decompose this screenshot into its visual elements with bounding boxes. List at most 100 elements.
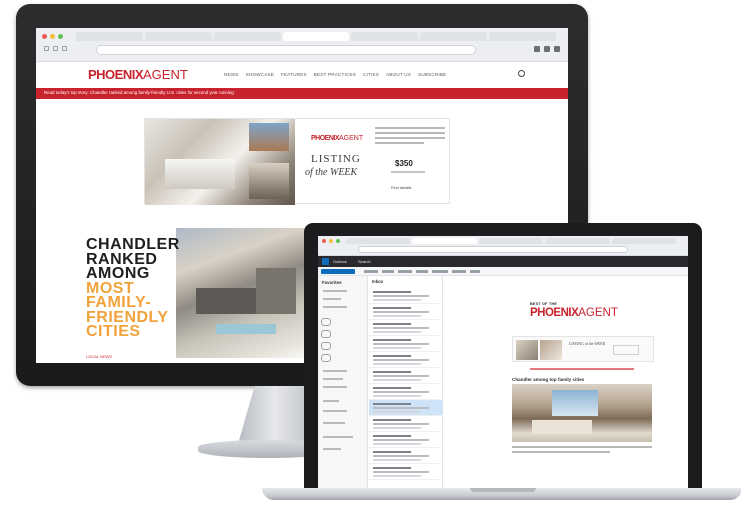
browser-tab-active[interactable]: [412, 238, 477, 244]
top-story-banner[interactable]: Read today's top story: Chandler ranked …: [36, 88, 568, 99]
browser-tab[interactable]: [420, 32, 488, 41]
toolbar-action[interactable]: [382, 270, 394, 273]
nav-item-news[interactable]: NEWS: [224, 72, 239, 77]
back-icon[interactable]: [44, 46, 49, 51]
newsletter-kicker: BEST OF THE: [530, 302, 558, 306]
nav-item-cities[interactable]: CITIES: [363, 72, 379, 77]
new-message-button[interactable]: [321, 269, 355, 274]
toolbar-action[interactable]: [432, 270, 448, 273]
group-icon[interactable]: [321, 330, 331, 338]
toolbar-action[interactable]: [398, 270, 412, 273]
profile-icon[interactable]: [554, 46, 560, 52]
ad-price: $350: [395, 159, 413, 168]
close-window-icon[interactable]: [322, 239, 326, 243]
message-item[interactable]: [369, 336, 443, 352]
extension-icon[interactable]: [534, 46, 540, 52]
folder-item[interactable]: [323, 378, 343, 380]
ad-logo: PHOENIXAGENT: [311, 135, 363, 142]
group-icon[interactable]: [321, 342, 331, 350]
folder-item[interactable]: [323, 436, 353, 438]
message-list-header: Inbox: [372, 279, 384, 284]
browser-tab[interactable]: [351, 32, 419, 41]
listing-photo-kitchen: [165, 159, 235, 189]
listing-thumb: [516, 340, 538, 360]
listing-card-text: LISTING of the WEEK: [569, 342, 606, 346]
message-item[interactable]: [369, 464, 443, 480]
minimize-window-icon[interactable]: [329, 239, 333, 243]
folder-item[interactable]: [323, 370, 347, 372]
toolbar-action[interactable]: [416, 270, 428, 273]
nav-item-showcase[interactable]: SHOWCASE: [246, 72, 274, 77]
message-item[interactable]: [369, 288, 443, 304]
folder-item[interactable]: [323, 400, 339, 402]
browser-tab[interactable]: [545, 238, 610, 244]
maximize-window-icon[interactable]: [58, 34, 63, 39]
message-item-selected[interactable]: [369, 400, 443, 416]
app-search[interactable]: Search: [358, 259, 371, 264]
group-icon[interactable]: [321, 318, 331, 326]
reload-icon[interactable]: [62, 46, 67, 51]
address-bar[interactable]: [358, 246, 628, 253]
ad-more-link[interactable]: Find details: [391, 185, 411, 190]
message-item[interactable]: [369, 320, 443, 336]
nav-item-features[interactable]: FEATURES: [281, 72, 307, 77]
folder-item[interactable]: [323, 410, 347, 412]
group-icon[interactable]: [321, 354, 331, 362]
browser-tab[interactable]: [478, 238, 544, 244]
nav-item-about-us[interactable]: ABOUT US: [386, 72, 411, 77]
message-item[interactable]: [369, 352, 443, 368]
newsletter-red-link[interactable]: [530, 368, 634, 370]
folder-item[interactable]: [323, 306, 347, 308]
browser-tab[interactable]: [489, 32, 557, 41]
message-item[interactable]: [369, 432, 443, 448]
nav-item-best-practices[interactable]: BEST PRACTICES: [314, 72, 356, 77]
listing-thumb: [540, 340, 562, 360]
folder-item[interactable]: [323, 448, 341, 450]
nav-item-subscribe[interactable]: SUBSCRIBE: [418, 72, 446, 77]
close-window-icon[interactable]: [42, 34, 47, 39]
maximize-window-icon[interactable]: [336, 239, 340, 243]
hero-story[interactable]: CHANDLER RANKED AMONG MOST FAMILY- FRIEN…: [86, 228, 326, 358]
folder-item[interactable]: [323, 298, 341, 300]
search-icon[interactable]: [518, 70, 525, 77]
browser-tab[interactable]: [76, 32, 143, 41]
app-launcher-icon[interactable]: [322, 258, 329, 265]
message-item[interactable]: [369, 384, 443, 400]
browser-tabs: [346, 238, 677, 244]
newsletter-story-photo[interactable]: [512, 384, 652, 442]
browser-tab[interactable]: [213, 32, 281, 41]
folder-item[interactable]: [323, 422, 345, 424]
toolbar-action[interactable]: [470, 270, 480, 273]
message-item[interactable]: [369, 304, 443, 320]
hero-category-link[interactable]: LOCAL NEWS: [86, 354, 112, 359]
ad-logo-part-1: PHOENIX: [311, 135, 340, 142]
message-item[interactable]: [369, 416, 443, 432]
minimize-window-icon[interactable]: [50, 34, 55, 39]
newsletter-logo-part-2: AGENT: [578, 307, 618, 319]
extension-icon[interactable]: [544, 46, 550, 52]
toolbar-action[interactable]: [452, 270, 466, 273]
browser-tab[interactable]: [611, 238, 677, 244]
folder-item[interactable]: [323, 290, 347, 292]
browser-tab[interactable]: [346, 238, 411, 244]
browser-tab[interactable]: [144, 32, 212, 41]
window-controls[interactable]: [322, 239, 340, 243]
nav-buttons: [44, 46, 67, 51]
message-item[interactable]: [369, 368, 443, 384]
listing-photo-room: [249, 163, 289, 199]
laptop: Outlook Search Favorites Inbox BEST OF T…: [304, 223, 702, 491]
site-logo[interactable]: PHOENIXAGENT: [88, 67, 188, 82]
message-item[interactable]: [369, 448, 443, 464]
address-bar[interactable]: [96, 45, 476, 55]
listing-of-week-ad[interactable]: PHOENIXAGENT LISTING of the WEEK $350 Fi…: [144, 118, 450, 205]
toolbar-action[interactable]: [364, 270, 378, 273]
newsletter-story-title[interactable]: Chandler among top family cities: [512, 377, 584, 382]
browser-tab-active[interactable]: [282, 32, 350, 41]
site-header: PHOENIXAGENT NEWS SHOWCASE FEATURES BEST…: [36, 62, 568, 86]
site-nav: NEWS SHOWCASE FEATURES BEST PRACTICES CI…: [224, 72, 446, 77]
window-controls[interactable]: [42, 34, 63, 39]
newsletter-listing-card[interactable]: LISTING of the WEEK: [512, 336, 654, 362]
app-name[interactable]: Outlook: [333, 259, 347, 264]
forward-icon[interactable]: [53, 46, 58, 51]
folder-item[interactable]: [323, 386, 347, 388]
